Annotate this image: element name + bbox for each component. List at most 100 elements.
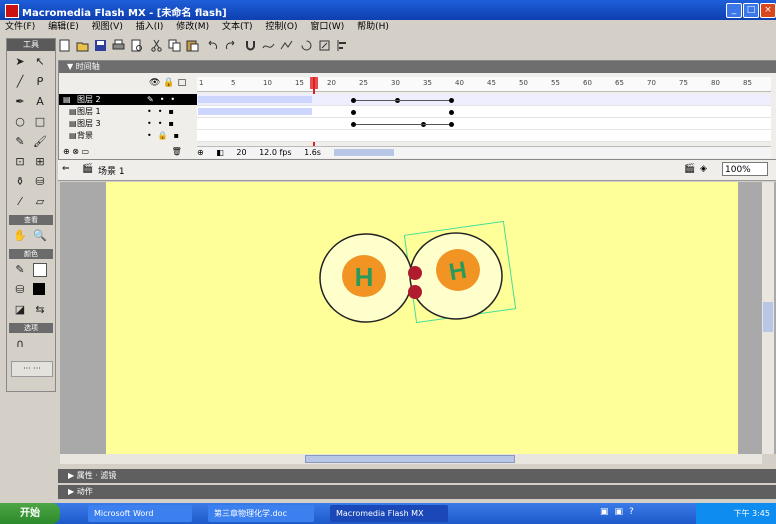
keyframe[interactable] (449, 122, 454, 127)
horizontal-scroll-thumb[interactable] (305, 455, 515, 463)
brush-tool-icon[interactable]: 🖌 (33, 135, 47, 149)
zoom-select[interactable]: 100% (722, 162, 768, 176)
straighten-icon[interactable] (280, 39, 293, 52)
layer-row-2[interactable]: ▤ 图层 1 ••▪ (59, 106, 197, 117)
vertical-scroll-thumb[interactable] (763, 302, 773, 332)
stage-canvas[interactable]: H H (106, 182, 738, 454)
add-layer-icon[interactable]: ⊕ (63, 147, 70, 156)
snap-magnet-icon[interactable] (244, 39, 257, 52)
keyframe[interactable] (449, 110, 454, 115)
start-button[interactable]: 开始 (0, 503, 60, 524)
tween-span[interactable] (198, 108, 312, 115)
scale-icon[interactable] (318, 39, 331, 52)
text-tool-icon[interactable]: A (33, 95, 47, 109)
add-guide-icon[interactable]: ⊗ (72, 147, 79, 156)
menu-control[interactable]: 控制(O) (260, 20, 302, 34)
edit-symbol-icon[interactable]: ◈ (700, 164, 707, 174)
tray-icons[interactable]: ▣▣? (600, 507, 640, 517)
eraser-tool-icon[interactable]: ▱ (33, 195, 47, 209)
stroke-color-icon[interactable]: ✎ (13, 263, 27, 277)
align-icon[interactable] (336, 39, 349, 52)
subselect-tool-icon[interactable]: ↖ (33, 55, 47, 69)
task-doc[interactable]: 第三章物理化学.doc (208, 505, 314, 522)
option-field[interactable]: ··· ··· (11, 361, 53, 377)
rectangle-tool-icon[interactable]: □ (33, 115, 47, 129)
paste-icon[interactable] (186, 39, 199, 52)
layer-row-1[interactable]: ▤ 图层 2 ✎•• (59, 94, 197, 105)
hydrogen-molecule-drawing[interactable]: H H (106, 182, 738, 454)
static-span[interactable] (198, 120, 312, 127)
actions-panel-header[interactable]: ▶ 动作 (58, 485, 776, 499)
horizontal-scrollbar[interactable] (60, 454, 762, 464)
print-preview-icon[interactable] (130, 39, 143, 52)
redo-icon[interactable] (224, 39, 237, 52)
pencil-tool-icon[interactable]: ✎ (13, 135, 27, 149)
close-button[interactable]: × (760, 3, 776, 18)
center-frame-icon[interactable]: ⊕ (197, 148, 204, 157)
delete-layer-icon[interactable]: 🗑 (172, 147, 182, 156)
menu-help[interactable]: 帮助(H) (352, 20, 394, 34)
fill-color-icon[interactable]: ⛁ (13, 283, 27, 297)
oval-tool-icon[interactable]: ○ (13, 115, 27, 129)
snap-option-icon[interactable]: ∩ (13, 337, 27, 351)
ink-bottle-tool-icon[interactable]: ⚱ (13, 175, 27, 189)
arrow-tool-icon[interactable]: ➤ (13, 55, 27, 69)
line-tool-icon[interactable]: ╱ (13, 75, 27, 89)
tween-span[interactable] (198, 96, 312, 103)
add-folder-icon[interactable]: ▭ (82, 147, 90, 156)
menu-edit[interactable]: 编辑(E) (43, 20, 84, 34)
menu-text[interactable]: 文本(T) (217, 20, 258, 34)
hand-tool-icon[interactable]: ✋ (13, 229, 27, 243)
keyframe[interactable] (449, 98, 454, 103)
layer-toggle-icons[interactable]: 👁🔒□ (149, 78, 195, 90)
task-word[interactable]: Microsoft Word (88, 505, 192, 522)
layer-flags[interactable]: •🔒▪ (147, 130, 185, 141)
open-folder-icon[interactable] (76, 39, 89, 52)
layer-row-3[interactable]: ▤ 图层 3 ••▪ (59, 118, 197, 129)
stroke-color-swatch[interactable] (33, 263, 47, 277)
pen-tool-icon[interactable]: ✒ (13, 95, 27, 109)
timeline-hscroll[interactable] (333, 149, 394, 156)
properties-panel-header[interactable]: ▶ 属性 · 滤镜 (58, 469, 776, 483)
shared-electron-1[interactable] (408, 266, 422, 280)
free-transform-tool-icon[interactable]: ⊡ (13, 155, 27, 169)
save-icon[interactable] (94, 39, 107, 52)
swap-colors-icon[interactable]: ⇆ (33, 303, 47, 317)
menu-view[interactable]: 视图(V) (87, 20, 128, 34)
smooth-icon[interactable] (262, 39, 275, 52)
vertical-scrollbar[interactable] (762, 182, 774, 454)
playhead-handle[interactable] (310, 77, 318, 89)
fill-color-swatch[interactable] (33, 283, 45, 295)
menu-file[interactable]: 文件(F) (0, 20, 40, 34)
rotate-icon[interactable] (300, 39, 313, 52)
layer-flags[interactable]: ••▪ (147, 118, 180, 129)
menu-insert[interactable]: 插入(I) (131, 20, 169, 34)
eyedropper-tool-icon[interactable]: ⁄ (13, 195, 27, 209)
onion-skin-icon[interactable]: ◧ (216, 148, 224, 157)
layer-row-4[interactable]: ▤ 背景 •🔒▪ (59, 130, 197, 141)
new-file-icon[interactable] (58, 39, 71, 52)
maximize-button[interactable]: □ (743, 3, 759, 18)
layer-frames-4[interactable] (197, 130, 771, 142)
edit-scene-icon[interactable]: 🎬 (684, 164, 695, 174)
lasso-tool-icon[interactable]: ᑭ (33, 75, 47, 89)
black-white-icon[interactable]: ◪ (13, 303, 27, 317)
layer-flags[interactable]: ✎•• (147, 94, 181, 105)
print-icon[interactable] (112, 39, 125, 52)
cut-icon[interactable] (150, 39, 163, 52)
frame-ruler[interactable]: 1 5 10 15 20 25 30 35 40 45 50 55 60 65 70 75 80 85 (197, 77, 771, 92)
menu-modify[interactable]: 修改(M) (171, 20, 214, 34)
layer-flags[interactable]: ••▪ (147, 106, 180, 117)
minimize-button[interactable]: _ (726, 3, 742, 18)
keyframe[interactable] (351, 110, 356, 115)
back-arrow-icon[interactable]: ⇐ (62, 164, 70, 174)
shared-electron-2[interactable] (408, 285, 422, 299)
menu-window[interactable]: 窗口(W) (305, 20, 349, 34)
paint-bucket-tool-icon[interactable]: ⛁ (33, 175, 47, 189)
timeline-header[interactable]: ▼ 时间轴 (59, 61, 776, 73)
undo-icon[interactable] (206, 39, 219, 52)
fill-transform-tool-icon[interactable]: ⊞ (33, 155, 47, 169)
zoom-tool-icon[interactable]: 🔍 (33, 229, 47, 243)
copy-icon[interactable] (168, 39, 181, 52)
task-flash[interactable]: Macromedia Flash MX (330, 505, 448, 522)
